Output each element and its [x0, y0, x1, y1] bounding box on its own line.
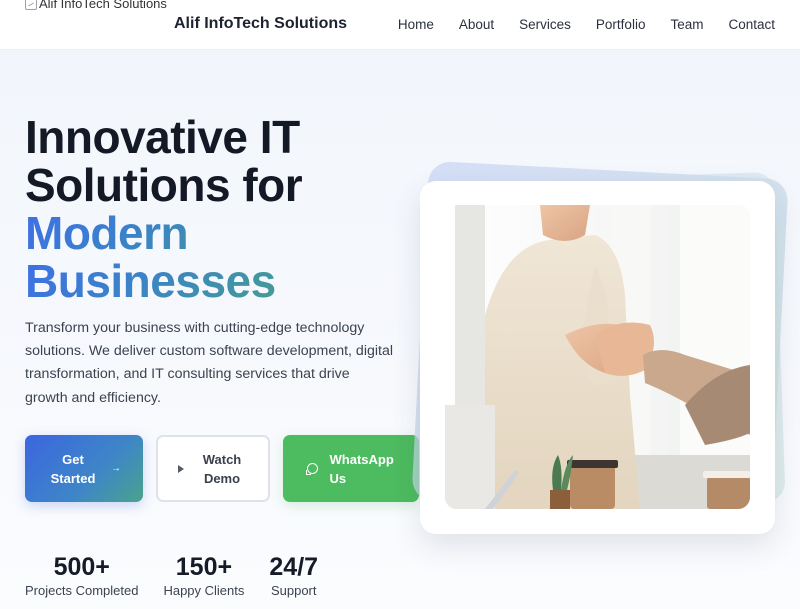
hero-title-line-1: Innovative IT: [25, 111, 300, 163]
arrow-right-icon: →: [111, 463, 121, 474]
stat-projects: 500+ Projects Completed: [25, 552, 138, 598]
brand-name[interactable]: Alif InfoTech Solutions: [174, 15, 347, 33]
stat-label: Happy Clients: [163, 583, 245, 598]
stat-value: 24/7: [269, 553, 319, 581]
stat-label: Support: [270, 583, 317, 598]
handshake-photo: [445, 205, 750, 509]
nav-link-home[interactable]: Home: [398, 17, 434, 32]
stat-value: 500+: [53, 553, 110, 581]
cta-buttons: Get Started → Watch Demo WhatsApp Us: [25, 435, 419, 502]
hero-image-card: [420, 181, 775, 534]
hero-title-line-2: Solutions for: [25, 159, 303, 211]
nav-link-about[interactable]: About: [459, 17, 494, 32]
nav-link-portfolio[interactable]: Portfolio: [596, 17, 646, 32]
hero-title-highlight-2: Businesses: [25, 257, 302, 305]
whatsapp-button[interactable]: WhatsApp Us: [283, 435, 419, 502]
hero-section: Innovative IT Solutions for Modern Busin…: [0, 50, 800, 609]
stat-clients: 150+ Happy Clients: [163, 552, 244, 598]
get-started-label: Get Started: [50, 451, 96, 486]
watch-demo-button[interactable]: Watch Demo: [156, 435, 270, 502]
nav-link-team[interactable]: Team: [670, 17, 703, 32]
brand-logo-image[interactable]: Alif InfoTech Solutions: [25, 0, 167, 11]
broken-image-icon: [25, 0, 37, 10]
stats-row: 500+ Projects Completed 150+ Happy Clien…: [25, 552, 318, 598]
nav-link-services[interactable]: Services: [519, 17, 571, 32]
play-icon: [178, 464, 184, 473]
hero-title-highlight-1: Modern: [25, 209, 302, 257]
navbar: Alif InfoTech Solutions Alif InfoTech So…: [0, 0, 800, 50]
nav-link-contact[interactable]: Contact: [728, 17, 775, 32]
whatsapp-label: WhatsApp Us: [329, 451, 394, 486]
whatsapp-icon: [305, 463, 318, 475]
stat-label: Projects Completed: [25, 583, 139, 598]
partial-footer-text: [25, 602, 145, 609]
get-started-button[interactable]: Get Started →: [25, 435, 143, 502]
logo-alt-text: Alif InfoTech Solutions: [39, 0, 167, 11]
stat-value: 150+: [175, 553, 233, 581]
watch-demo-label: Watch Demo: [202, 451, 242, 486]
stat-support: 24/7 Support: [269, 552, 318, 598]
hero-title: Innovative IT Solutions for Modern Busin…: [25, 111, 303, 305]
main-nav: Home About Services Portfolio Team Conta…: [398, 17, 775, 32]
hero-description: Transform your business with cutting-edg…: [25, 320, 394, 406]
